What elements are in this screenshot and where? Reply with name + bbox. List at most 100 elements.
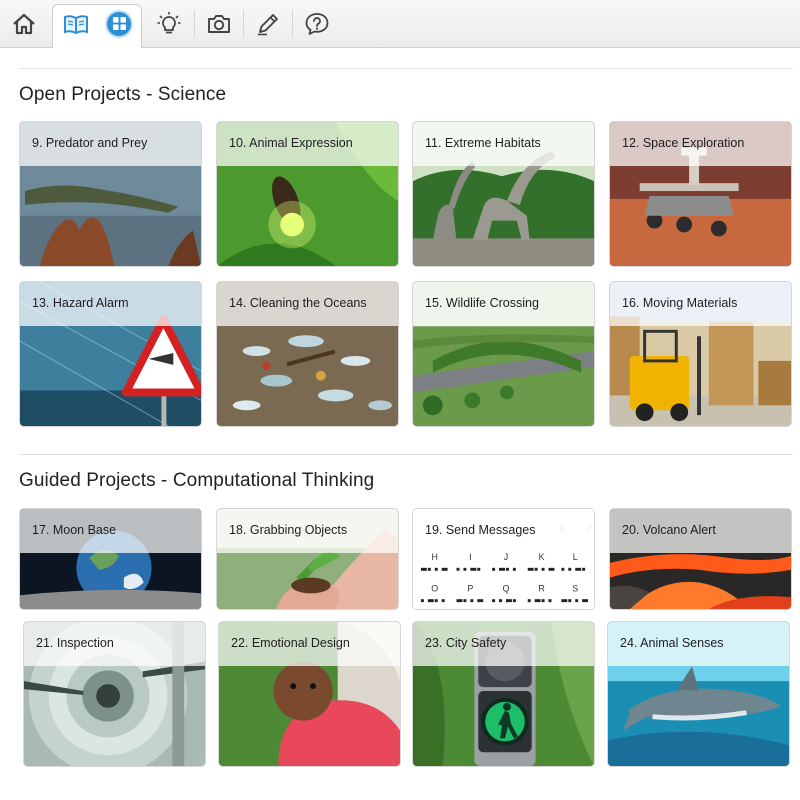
- project-card-animal-senses[interactable]: 24. Animal Senses: [607, 621, 790, 767]
- morse-symbol: [512, 567, 516, 571]
- morse-symbol: [470, 599, 474, 603]
- morse-letter: R: [538, 583, 544, 593]
- morse-symbol: [492, 567, 496, 571]
- project-card-hazard-alarm[interactable]: 13. Hazard Alarm: [19, 281, 202, 427]
- morse-symbol: [534, 599, 541, 603]
- project-card-volcano-alert[interactable]: 20. Volcano Alert: [609, 508, 792, 610]
- morse-symbol: [434, 567, 438, 571]
- project-card-grabbing-objects[interactable]: 18. Grabbing Objects: [216, 508, 399, 610]
- morse-symbol: [505, 599, 512, 603]
- section-title-open-projects: Open Projects - Science: [19, 84, 227, 105]
- project-card-wildlife-crossing[interactable]: 15. Wildlife Crossing: [412, 281, 595, 427]
- project-card-space-exploration[interactable]: 12. Space Exploration: [609, 121, 792, 267]
- morse-symbol: [456, 567, 460, 571]
- pencil-button[interactable]: [244, 0, 292, 47]
- pencil-icon: [258, 13, 278, 35]
- grid-icon: [105, 9, 133, 38]
- morse-symbol: [582, 567, 586, 571]
- section-title-guided-projects: Guided Projects - Computational Thinking: [19, 470, 375, 491]
- card-label: 17. Moon Base: [32, 523, 117, 537]
- lightbulb-button[interactable]: [145, 0, 193, 47]
- project-card-moving-materials[interactable]: 16. Moving Materials: [609, 281, 792, 427]
- card-label: 21. Inspection: [36, 636, 114, 650]
- morse-letter: L: [573, 552, 578, 562]
- morse-symbol: [527, 599, 531, 603]
- morse-symbol: [575, 567, 582, 571]
- morse-letter: O: [431, 583, 438, 593]
- morse-symbol: [541, 599, 545, 603]
- card-label: 18. Grabbing Objects: [229, 523, 348, 537]
- top-toolbar: [0, 0, 800, 48]
- morse-symbol: [499, 567, 505, 571]
- morse-letter: K: [539, 552, 545, 562]
- card-label: 13. Hazard Alarm: [32, 296, 129, 310]
- morse-symbol: [561, 567, 565, 571]
- morse-letter: H: [432, 552, 438, 562]
- card-label: 12. Space Exploration: [622, 136, 745, 150]
- morse-symbol: [541, 567, 545, 571]
- morse-symbol: [420, 567, 427, 571]
- card-label: 10. Animal Expression: [229, 136, 353, 150]
- morse-symbol: [441, 567, 448, 571]
- morse-symbol: [456, 599, 463, 603]
- project-card-animal-expression[interactable]: 10. Animal Expression: [216, 121, 399, 267]
- help-button[interactable]: [293, 0, 341, 47]
- book-icon: [64, 14, 88, 34]
- morse-symbol: [463, 567, 467, 571]
- morse-symbol: [477, 599, 484, 603]
- section-divider: [19, 68, 793, 69]
- morse-symbol: [477, 567, 481, 571]
- card-label: 16. Moving Materials: [622, 296, 738, 310]
- morse-symbol: [561, 599, 568, 603]
- morse-symbol: [492, 599, 496, 603]
- morse-symbol: [427, 567, 431, 571]
- morse-letter: Q: [503, 583, 510, 593]
- card-label: 24. Animal Senses: [620, 636, 724, 650]
- camera-icon: [208, 14, 230, 33]
- help-icon: [305, 12, 329, 35]
- project-card-emotional-design[interactable]: 22. Emotional Design: [218, 621, 401, 767]
- camera-button[interactable]: [195, 0, 243, 47]
- morse-symbol: [568, 567, 572, 571]
- project-card-send-messages[interactable]: HIJKLOPQRSEF 19. Send Messages: [412, 508, 595, 610]
- morse-symbol: [434, 599, 438, 603]
- morse-symbol: [441, 599, 445, 603]
- morse-symbol: [548, 599, 552, 603]
- morse-symbol: [568, 599, 572, 603]
- home-button[interactable]: [0, 0, 48, 47]
- morse-symbol: [427, 599, 434, 603]
- morse-symbol: [420, 599, 424, 603]
- morse-symbol: [548, 567, 555, 571]
- card-label: 19. Send Messages: [425, 523, 536, 537]
- morse-letter: P: [467, 583, 473, 593]
- project-card-city-safety[interactable]: 23. City Safety: [412, 621, 595, 767]
- morse-letter: J: [504, 552, 508, 562]
- home-icon: [13, 13, 35, 34]
- morse-symbol: [527, 567, 534, 571]
- project-card-cleaning-the-oceans[interactable]: 14. Cleaning the Oceans: [216, 281, 399, 427]
- morse-symbol: [505, 567, 509, 571]
- morse-symbol: [582, 599, 589, 603]
- section-divider: [19, 454, 793, 455]
- card-label: 22. Emotional Design: [231, 636, 350, 650]
- morse-symbol: [463, 599, 467, 603]
- project-card-extreme-habitats[interactable]: 11. Extreme Habitats: [412, 121, 595, 267]
- projects-grid-button[interactable]: [95, 0, 143, 47]
- project-card-inspection[interactable]: 21. Inspection: [23, 621, 206, 767]
- morse-symbol: [575, 599, 579, 603]
- book-button[interactable]: [52, 0, 100, 47]
- card-label: 14. Cleaning the Oceans: [229, 296, 367, 310]
- card-label: 23. City Safety: [425, 636, 507, 650]
- morse-letter: I: [469, 552, 471, 562]
- morse-symbol: [512, 599, 516, 603]
- card-label: 20. Volcano Alert: [622, 523, 716, 537]
- card-label: 15. Wildlife Crossing: [425, 296, 539, 310]
- project-card-moon-base[interactable]: 17. Moon Base: [19, 508, 202, 610]
- morse-symbol: [499, 599, 503, 603]
- card-label: 9. Predator and Prey: [32, 136, 148, 150]
- morse-symbol: [470, 567, 477, 571]
- project-card-predator-and-prey[interactable]: 9. Predator and Prey: [19, 121, 202, 267]
- card-label: 11. Extreme Habitats: [425, 136, 541, 150]
- morse-symbol: [534, 567, 538, 571]
- morse-letter: S: [572, 583, 578, 593]
